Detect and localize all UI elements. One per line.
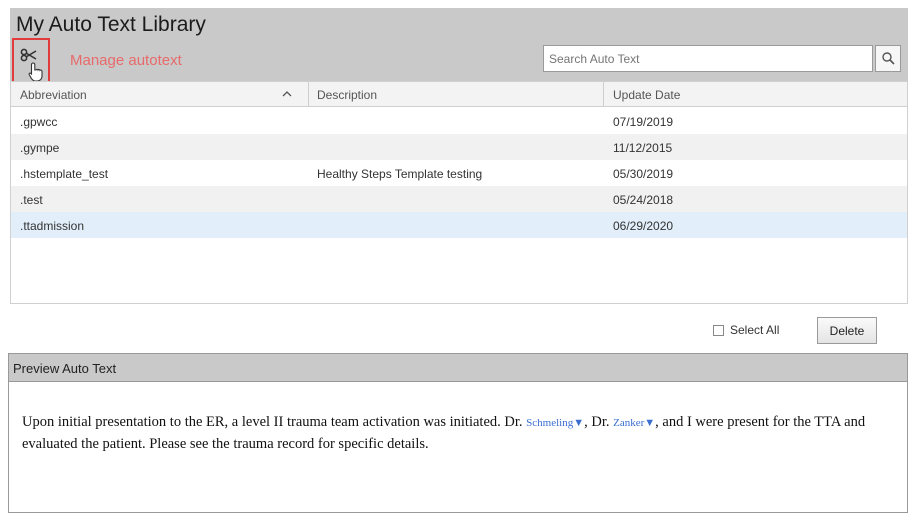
preview-panel: Preview Auto Text Upon initial presentat… [8,353,908,513]
delete-button[interactable]: Delete [817,317,877,344]
table-header: Abbreviation Description Update Date [11,82,907,107]
column-divider[interactable] [308,82,309,107]
sort-ascending-icon[interactable] [281,88,293,100]
table-row[interactable]: .gpwcc 07/19/2019 [11,108,907,134]
doctor-dropdown[interactable]: Zanker▼ [613,417,655,429]
table-row[interactable]: .test 05/24/2018 [11,186,907,212]
cell-update-date: 05/24/2018 [613,193,674,207]
cell-abbreviation: .ttadmission [20,219,85,233]
column-header-description[interactable]: Description [317,88,377,102]
column-header-update-date[interactable]: Update Date [613,88,680,102]
preview-text-part: , Dr. [584,414,610,430]
table-row[interactable]: .gympe 11/12/2015 [11,134,907,160]
column-header-abbreviation[interactable]: Abbreviation [20,88,87,102]
cell-description: Healthy Steps Template testing [317,167,483,181]
cell-abbreviation: .hstemplate_test [20,167,109,181]
scissors-icon [20,48,37,62]
cell-update-date: 06/29/2020 [613,219,674,233]
select-all-label[interactable]: Select All [730,323,779,337]
column-divider[interactable] [603,82,604,107]
hand-cursor-icon [28,62,43,82]
select-all-checkbox[interactable] [713,325,724,336]
dropdown-arrow-icon: ▼ [573,417,585,429]
autotext-table: Abbreviation Description Update Date .gp… [10,81,908,304]
manage-autotext-link[interactable]: Manage autotext [70,52,182,69]
preview-text-part: Upon initial presentation to the ER, a l… [22,414,523,430]
doctor-name: Zanker [613,417,645,429]
doctor-dropdown[interactable]: Schmeling▼ [526,417,584,429]
search-input[interactable] [543,45,873,72]
table-row[interactable]: .hstemplate_test Healthy Steps Template … [11,160,907,186]
search-icon [882,52,895,65]
cell-abbreviation: .test [20,193,43,207]
doctor-name: Schmeling [526,417,574,429]
dropdown-arrow-icon: ▼ [644,417,656,429]
preview-title: Preview Auto Text [9,354,907,382]
library-header: My Auto Text Library Manage autotext [10,8,908,91]
page-title: My Auto Text Library [16,13,206,36]
cell-abbreviation: .gpwcc [20,115,58,129]
cell-update-date: 07/19/2019 [613,115,674,129]
cell-update-date: 11/12/2015 [613,141,673,155]
search-button[interactable] [875,45,901,72]
table-row-selected[interactable]: .ttadmission 06/29/2020 [11,212,907,238]
cell-update-date: 05/30/2019 [613,167,674,181]
cell-abbreviation: .gympe [20,141,60,155]
preview-text: Upon initial presentation to the ER, a l… [22,412,897,455]
